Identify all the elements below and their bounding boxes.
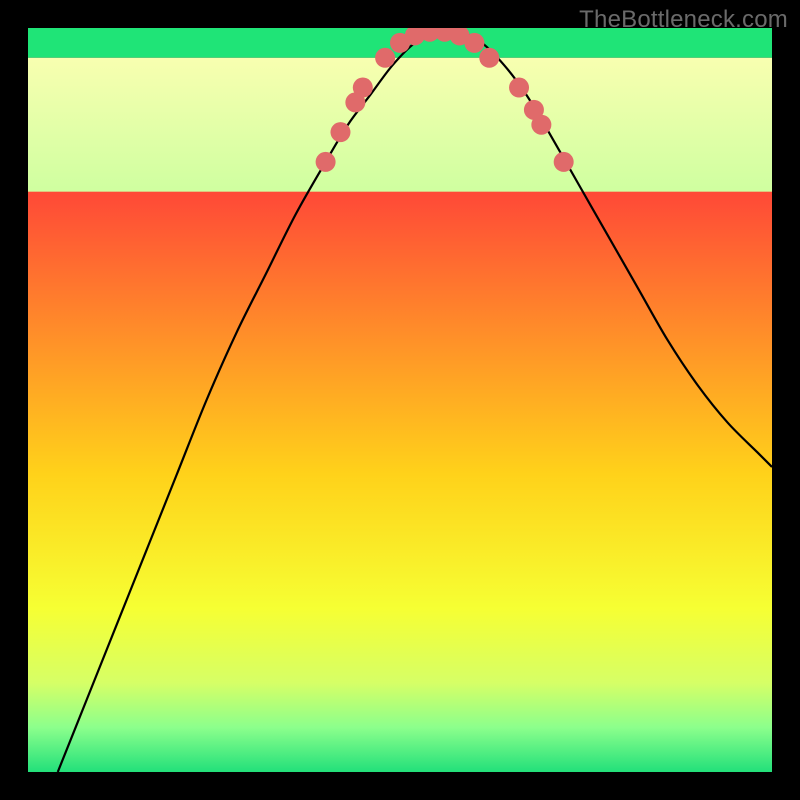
highlight-dot — [330, 122, 350, 142]
pale-yellow-band — [28, 58, 772, 192]
highlight-dot — [479, 48, 499, 68]
bottleneck-chart — [28, 28, 772, 772]
highlight-dot — [375, 48, 395, 68]
highlight-dot — [554, 152, 574, 172]
watermark-text: TheBottleneck.com — [579, 6, 788, 34]
highlight-dot — [353, 78, 373, 98]
chart-frame — [28, 28, 772, 772]
highlight-dot — [531, 115, 551, 135]
highlight-dot — [509, 78, 529, 98]
highlight-dot — [464, 33, 484, 53]
highlight-dot — [316, 152, 336, 172]
